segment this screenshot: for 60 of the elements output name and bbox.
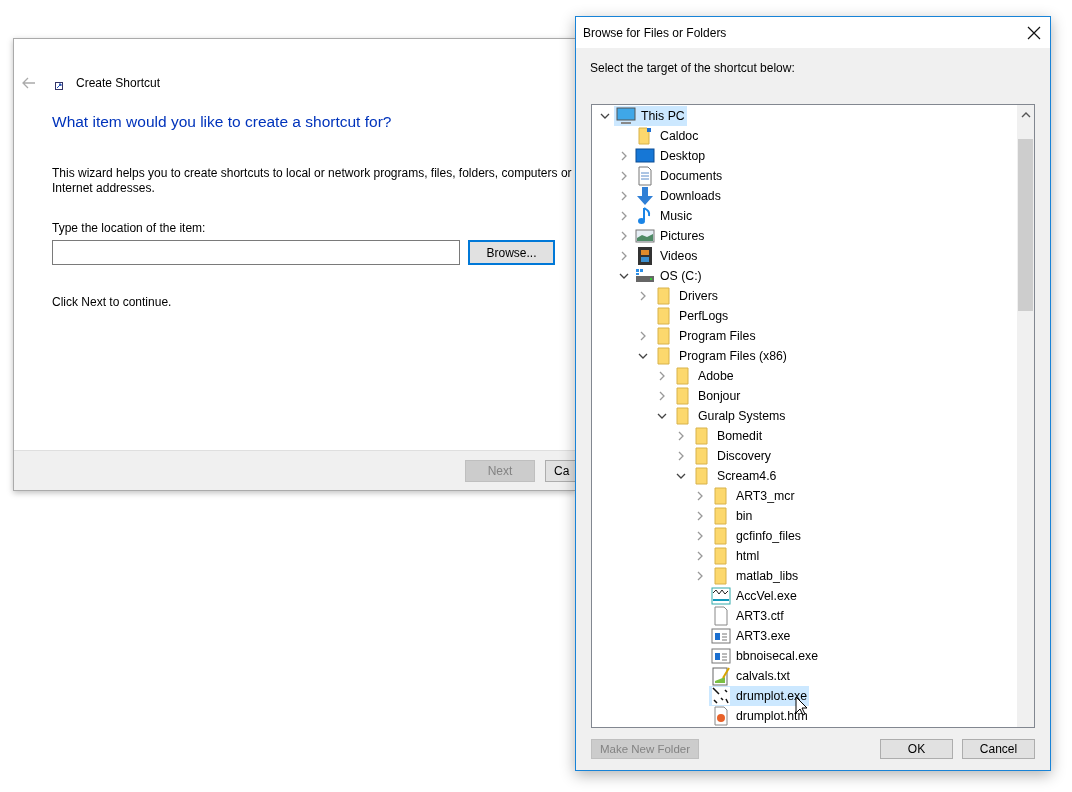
tree-item[interactable]: ART3_mcr <box>709 486 797 506</box>
instruction-text: Select the target of the shortcut below: <box>589 60 796 77</box>
tree-item[interactable]: Documents <box>633 166 725 186</box>
desktop-icon <box>635 146 655 166</box>
tree-item[interactable]: OS (C:) <box>633 266 704 286</box>
film-icon <box>635 246 655 266</box>
tree-item[interactable]: AccVel.exe <box>709 586 799 606</box>
tree-item[interactable]: Guralp Systems <box>671 406 788 426</box>
chart-window-icon <box>711 586 731 606</box>
tree-item[interactable]: html <box>709 546 762 566</box>
tree-item[interactable]: matlab_libs <box>709 566 801 586</box>
tree-item[interactable]: ART3.ctf <box>709 606 786 626</box>
tree-item[interactable]: Caldoc <box>633 126 701 146</box>
notepad-icon <box>711 666 731 686</box>
plot-icon <box>711 686 731 706</box>
tree-item[interactable]: Scream4.6 <box>690 466 779 486</box>
shortcut-icon <box>55 82 63 90</box>
tree-item[interactable]: ART3.exe <box>709 626 793 646</box>
program-window-icon <box>711 646 731 666</box>
file-icon <box>711 606 731 626</box>
tree-item[interactable]: Pictures <box>633 226 707 246</box>
picture-icon <box>635 226 655 246</box>
tree-item[interactable]: Downloads <box>633 186 723 206</box>
tree-item[interactable]: Videos <box>633 246 700 266</box>
tree-item[interactable]: Music <box>633 206 695 226</box>
tree-item[interactable]: drumplot.exe <box>709 686 810 706</box>
location-field[interactable] <box>52 240 460 265</box>
program-window-icon <box>711 626 731 646</box>
wizard-description: This wizard helps you to create shortcuts to local or network programs, files, folders, computers or Internet addresses. <box>52 166 572 196</box>
tree-item[interactable]: calvals.txt <box>709 666 792 686</box>
tree-item[interactable]: Program Files (x86) <box>652 346 789 366</box>
tree-item[interactable]: bin <box>709 506 755 526</box>
tree-item[interactable]: Program Files <box>652 326 758 346</box>
tree-item[interactable]: Bonjour <box>671 386 743 406</box>
tree-item[interactable]: Discovery <box>690 446 773 466</box>
hint-text: Click Next to continue. <box>52 295 173 309</box>
scrollbar-thumb[interactable] <box>1018 139 1033 311</box>
ok-button[interactable]: OK <box>880 739 953 759</box>
tree-item[interactable]: PerfLogs <box>652 306 731 326</box>
scrollbar[interactable] <box>1017 105 1034 727</box>
dialog-title: Browse for Files or Folders <box>583 25 727 40</box>
tree-item[interactable]: gcfinfo_files <box>709 526 803 546</box>
tree-item[interactable]: Bomedit <box>690 426 765 446</box>
tree-item[interactable]: drumplot.htm <box>709 706 810 726</box>
cancel-button[interactable]: Ca <box>545 459 575 482</box>
tree-item[interactable]: Adobe <box>671 366 736 386</box>
download-arrow-icon <box>635 186 655 206</box>
wizard-heading: What item would you like to create a shortcut for? <box>52 113 393 131</box>
document-icon <box>635 166 655 186</box>
tree-item[interactable]: This PC <box>614 106 687 126</box>
scroll-up-icon[interactable] <box>1020 111 1031 119</box>
location-label: Type the location of the item: <box>52 221 207 235</box>
tree-item[interactable]: bbnoisecal.exe <box>709 646 821 666</box>
back-arrow-icon[interactable] <box>22 77 36 89</box>
browse-button[interactable]: Browse... <box>468 240 555 265</box>
cancel-button[interactable]: Cancel <box>962 739 1035 759</box>
tree-item[interactable]: Drivers <box>652 286 720 306</box>
close-button[interactable] <box>1026 24 1042 41</box>
tree-item[interactable]: Desktop <box>633 146 708 166</box>
window-title: Create Shortcut <box>76 76 161 90</box>
